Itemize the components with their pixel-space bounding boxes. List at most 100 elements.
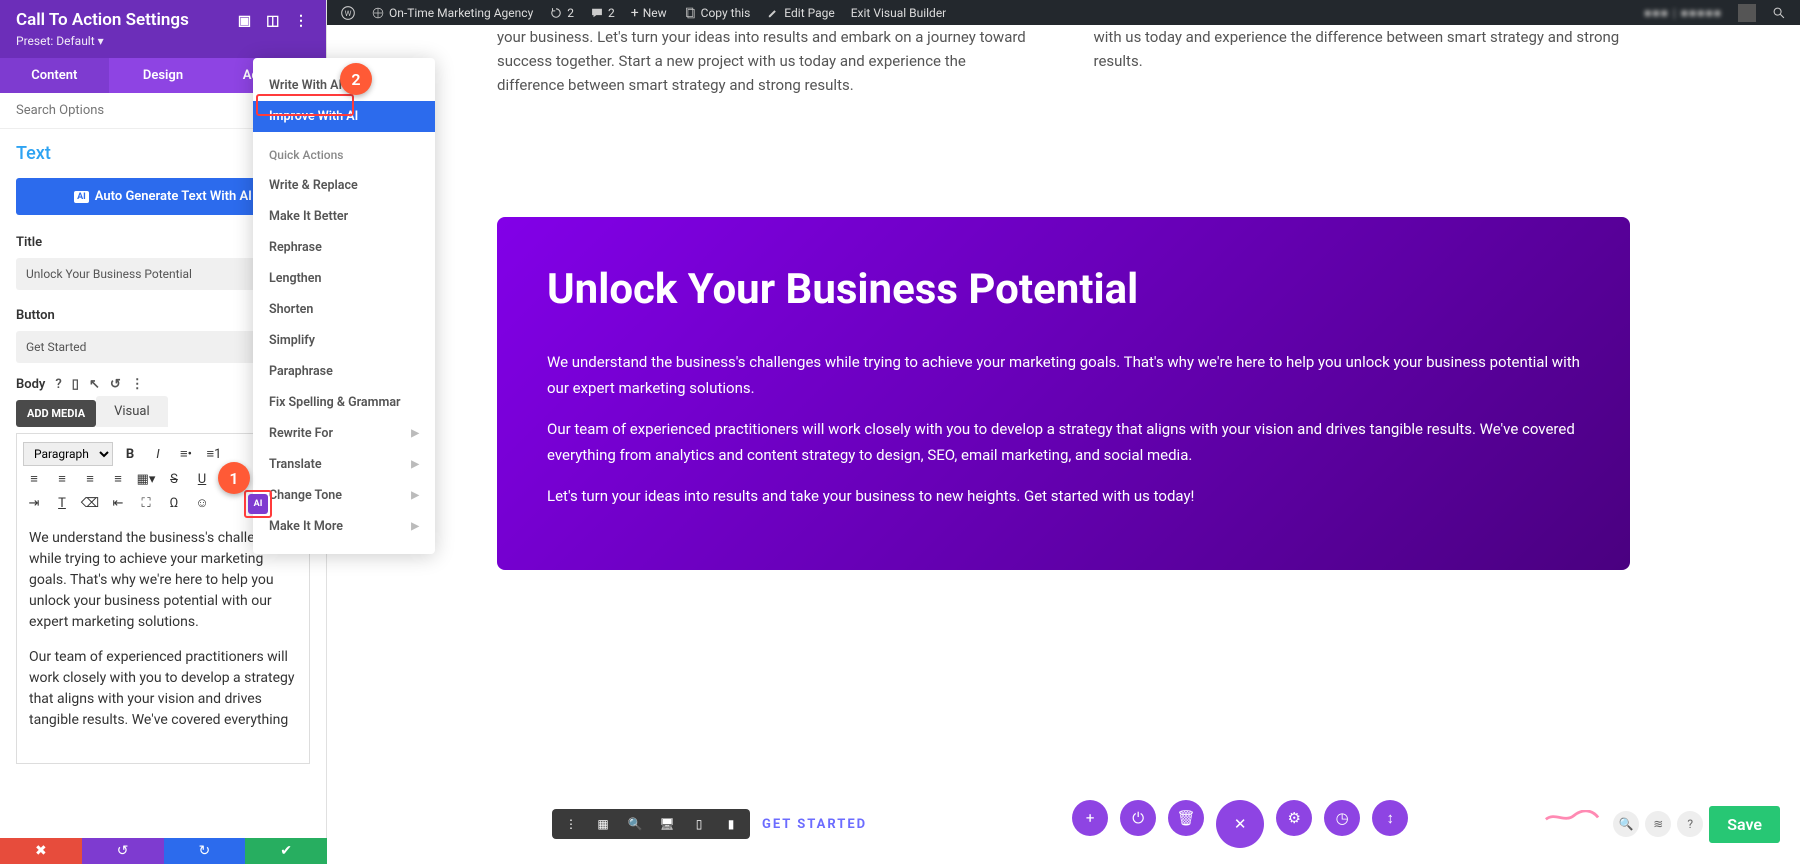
ai-simplify[interactable]: Simplify [253, 325, 435, 356]
dock-phone-icon[interactable]: ▮ [722, 815, 740, 833]
search-page-icon[interactable]: 🔍 [1613, 811, 1639, 837]
trash-button[interactable]: 🗑 [1168, 800, 1204, 836]
cta-paragraph: Our team of experienced practitioners wi… [547, 417, 1580, 468]
number-list-button[interactable]: ≡1 [203, 443, 225, 465]
top-text-left: your business. Let's turn your ideas int… [497, 25, 1034, 97]
align-right-button[interactable]: ≡ [79, 468, 101, 490]
ai-make-more[interactable]: Make It More▶ [253, 511, 435, 542]
exit-visual-builder[interactable]: Exit Visual Builder [843, 6, 955, 20]
svg-text:W: W [345, 8, 352, 17]
get-started-label: GET STARTED [762, 817, 867, 832]
cta-paragraph: We understand the business's challenges … [547, 350, 1580, 401]
dock-tablet-icon[interactable]: ▯ [690, 815, 708, 833]
device-icon[interactable]: ▯ [72, 377, 79, 392]
discard-button[interactable]: ✖ [0, 838, 82, 864]
cta-heading: Unlock Your Business Potential [547, 265, 1580, 314]
layout-icon[interactable]: ◫ [264, 13, 282, 29]
history-button[interactable]: ◷ [1324, 800, 1360, 836]
gear-button[interactable]: ⚙ [1276, 800, 1312, 836]
annotation-box-1 [244, 490, 272, 518]
kebab-icon[interactable]: ⋮ [292, 13, 310, 29]
search-icon[interactable] [1764, 6, 1794, 20]
emoji-button[interactable]: ☺ [191, 492, 213, 514]
indent-in-button[interactable]: ⇥ [23, 492, 45, 514]
tab-design[interactable]: Design [109, 58, 218, 93]
dock-desktop-icon[interactable]: 🖥 [658, 815, 676, 833]
scribble-decor [1544, 808, 1600, 820]
copy-this[interactable]: Copy this [675, 6, 759, 20]
page-preview: your business. Let's turn your ideas int… [327, 25, 1800, 864]
ai-make-better[interactable]: Make It Better [253, 201, 435, 232]
underline-button[interactable]: U [191, 468, 213, 490]
ai-change-tone[interactable]: Change Tone▶ [253, 480, 435, 511]
dynamic-icon[interactable]: ⋮ [131, 377, 144, 392]
portability-icon[interactable]: ▣ [236, 13, 254, 29]
wp-logo[interactable]: W [333, 6, 363, 20]
ai-rewrite-for[interactable]: Rewrite For▶ [253, 418, 435, 449]
chevron-right-icon: ▶ [411, 521, 419, 532]
help-icon[interactable]: ? [1677, 811, 1703, 837]
dock-zoom-icon[interactable]: 🔍 [626, 815, 644, 833]
tab-content[interactable]: Content [0, 58, 109, 93]
paragraph-select[interactable]: Paragraph [23, 442, 113, 466]
new-menu[interactable]: +New [623, 5, 675, 21]
power-button[interactable]: ⏻ [1120, 800, 1156, 836]
redo-button[interactable]: ↻ [164, 838, 246, 864]
site-name[interactable]: On-Time Marketing Agency [363, 6, 541, 20]
close-button[interactable]: ✕ [1216, 800, 1264, 848]
body-label: Body [16, 377, 45, 392]
builder-actions: + ⏻ 🗑 ✕ ⚙ ◷ ↕ [1072, 800, 1408, 848]
ai-icon: AI [74, 191, 89, 203]
table-button[interactable]: ▦▾ [135, 468, 157, 490]
ai-shorten[interactable]: Shorten [253, 294, 435, 325]
comments[interactable]: 2 [582, 6, 623, 20]
hover-icon[interactable]: ↖ [89, 377, 100, 392]
cta-paragraph: Let's turn your ideas into results and t… [547, 484, 1580, 510]
save-button[interactable]: Save [1709, 806, 1780, 843]
italic-button[interactable]: I [147, 443, 169, 465]
layers-icon[interactable]: ≋ [1645, 811, 1671, 837]
reorder-button[interactable]: ↕ [1372, 800, 1408, 836]
updates[interactable]: 2 [541, 6, 582, 20]
wp-admin-bar: W On-Time Marketing Agency 2 2 +New Copy… [327, 0, 1800, 25]
indent-out-button[interactable]: ⇤ [107, 492, 129, 514]
chevron-right-icon: ▶ [411, 428, 419, 439]
ai-paraphrase[interactable]: Paraphrase [253, 356, 435, 387]
cta-module[interactable]: Unlock Your Business Potential We unders… [497, 217, 1630, 570]
annotation-2: 2 [340, 63, 372, 95]
reset-icon[interactable]: ↺ [110, 377, 121, 392]
ai-rephrase[interactable]: Rephrase [253, 232, 435, 263]
special-char-button[interactable]: Ω [163, 492, 185, 514]
help-icon[interactable]: ? [55, 377, 61, 392]
chevron-right-icon: ▶ [411, 490, 419, 501]
builder-dock: ⋮ ▦ 🔍 🖥 ▯ ▮ [552, 809, 750, 839]
ai-write-replace[interactable]: Write & Replace [253, 170, 435, 201]
clear-format-button[interactable]: ⌫ [79, 492, 101, 514]
bullet-list-button[interactable]: ≡• [175, 443, 197, 465]
undo-button[interactable]: ↺ [82, 838, 164, 864]
add-media-button[interactable]: ADD MEDIA [16, 400, 96, 427]
strikethrough-button[interactable]: S [163, 468, 185, 490]
align-center-button[interactable]: ≡ [51, 468, 73, 490]
panel-title: Call To Action Settings [16, 10, 189, 30]
dock-kebab-icon[interactable]: ⋮ [562, 815, 580, 833]
avatar[interactable] [1730, 4, 1764, 22]
preset-selector[interactable]: Preset: Default ▾ [16, 34, 310, 48]
add-button[interactable]: + [1072, 800, 1108, 836]
edit-page[interactable]: Edit Page [758, 6, 842, 20]
apply-button[interactable]: ✔ [245, 838, 327, 864]
chevron-right-icon: ▶ [411, 459, 419, 470]
dock-wireframe-icon[interactable]: ▦ [594, 815, 612, 833]
text-color-button[interactable]: T [51, 492, 73, 514]
ai-menu: Write With AI Improve With AI Quick Acti… [253, 58, 435, 554]
align-justify-button[interactable]: ≡ [107, 468, 129, 490]
top-text-right: with us today and experience the differe… [1094, 25, 1631, 97]
ai-lengthen[interactable]: Lengthen [253, 263, 435, 294]
user-menu[interactable]: ■■■ | ■■■■■ [1636, 6, 1730, 20]
ai-translate[interactable]: Translate▶ [253, 449, 435, 480]
visual-tab[interactable]: Visual [96, 396, 168, 427]
fullscreen-button[interactable]: ⛶ [135, 492, 157, 514]
ai-fix-spelling[interactable]: Fix Spelling & Grammar [253, 387, 435, 418]
bold-button[interactable]: B [119, 443, 141, 465]
align-left-button[interactable]: ≡ [23, 468, 45, 490]
